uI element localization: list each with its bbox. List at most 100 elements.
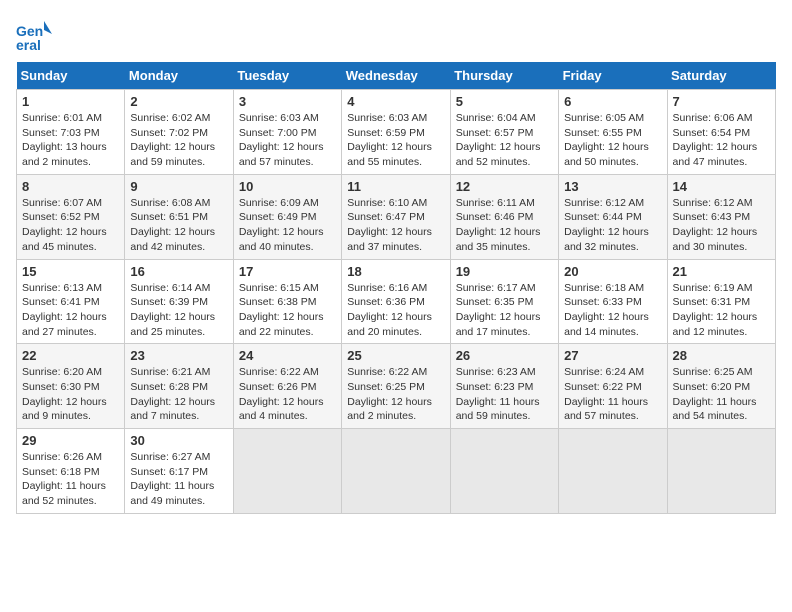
- day-number: 13: [564, 179, 661, 194]
- calendar-cell: 6 Sunrise: 6:05 AMSunset: 6:55 PMDaylight…: [559, 90, 667, 175]
- day-number: 24: [239, 348, 336, 363]
- day-number: 8: [22, 179, 119, 194]
- day-info: Sunrise: 6:09 AMSunset: 6:49 PMDaylight:…: [239, 196, 336, 255]
- calendar-cell: 28 Sunrise: 6:25 AMSunset: 6:20 PMDayligh…: [667, 344, 775, 429]
- day-number: 20: [564, 264, 661, 279]
- day-info: Sunrise: 6:01 AMSunset: 7:03 PMDaylight:…: [22, 111, 119, 170]
- day-info: Sunrise: 6:16 AMSunset: 6:36 PMDaylight:…: [347, 281, 444, 340]
- day-info: Sunrise: 6:20 AMSunset: 6:30 PMDaylight:…: [22, 365, 119, 424]
- calendar-cell: 7Sunrise: 6:06 AMSunset: 6:54 PMDaylight…: [667, 90, 775, 175]
- day-info: Sunrise: 6:23 AMSunset: 6:23 PMDaylight:…: [456, 365, 553, 424]
- calendar-cell: 8 Sunrise: 6:07 AMSunset: 6:52 PMDaylight…: [17, 174, 125, 259]
- calendar-cell: [342, 429, 450, 514]
- day-number: 17: [239, 264, 336, 279]
- calendar-cell: 14 Sunrise: 6:12 AMSunset: 6:43 PMDayligh…: [667, 174, 775, 259]
- weekday-header-tuesday: Tuesday: [233, 62, 341, 90]
- day-info: Sunrise: 6:10 AMSunset: 6:47 PMDaylight:…: [347, 196, 444, 255]
- calendar-cell: 21Sunrise: 6:19 AMSunset: 6:31 PMDayligh…: [667, 259, 775, 344]
- calendar-cell: 1 Sunrise: 6:01 AMSunset: 7:03 PMDaylight…: [17, 90, 125, 175]
- weekday-header-wednesday: Wednesday: [342, 62, 450, 90]
- day-number: 30: [130, 433, 227, 448]
- calendar-cell: 20Sunrise: 6:18 AMSunset: 6:33 PMDayligh…: [559, 259, 667, 344]
- calendar-cell: 23 Sunrise: 6:21 AMSunset: 6:28 PMDayligh…: [125, 344, 233, 429]
- calendar-cell: [667, 429, 775, 514]
- day-number: 26: [456, 348, 553, 363]
- day-info: Sunrise: 6:04 AMSunset: 6:57 PMDaylight:…: [456, 111, 553, 170]
- day-info: Sunrise: 6:08 AMSunset: 6:51 PMDaylight:…: [130, 196, 227, 255]
- calendar-cell: 18 Sunrise: 6:16 AMSunset: 6:36 PMDayligh…: [342, 259, 450, 344]
- day-number: 23: [130, 348, 227, 363]
- page-header: Gen eral: [16, 16, 776, 52]
- weekday-header-row: SundayMondayTuesdayWednesdayThursdayFrid…: [17, 62, 776, 90]
- calendar-cell: [233, 429, 341, 514]
- calendar-cell: 5 Sunrise: 6:04 AMSunset: 6:57 PMDaylight…: [450, 90, 558, 175]
- calendar-cell: 27Sunrise: 6:24 AMSunset: 6:22 PMDayligh…: [559, 344, 667, 429]
- calendar-cell: 13Sunrise: 6:12 AMSunset: 6:44 PMDayligh…: [559, 174, 667, 259]
- calendar-cell: 29 Sunrise: 6:26 AMSunset: 6:18 PMDayligh…: [17, 429, 125, 514]
- calendar-cell: 24 Sunrise: 6:22 AMSunset: 6:26 PMDayligh…: [233, 344, 341, 429]
- calendar-cell: 10 Sunrise: 6:09 AMSunset: 6:49 PMDayligh…: [233, 174, 341, 259]
- day-info: Sunrise: 6:07 AMSunset: 6:52 PMDaylight:…: [22, 196, 119, 255]
- calendar-cell: 9Sunrise: 6:08 AMSunset: 6:51 PMDaylight…: [125, 174, 233, 259]
- day-number: 29: [22, 433, 119, 448]
- day-info: Sunrise: 6:13 AMSunset: 6:41 PMDaylight:…: [22, 281, 119, 340]
- calendar-cell: 17 Sunrise: 6:15 AMSunset: 6:38 PMDayligh…: [233, 259, 341, 344]
- day-number: 4: [347, 94, 444, 109]
- calendar-cell: 25 Sunrise: 6:22 AMSunset: 6:25 PMDayligh…: [342, 344, 450, 429]
- day-number: 12: [456, 179, 553, 194]
- calendar-cell: 19Sunrise: 6:17 AMSunset: 6:35 PMDayligh…: [450, 259, 558, 344]
- weekday-header-saturday: Saturday: [667, 62, 775, 90]
- weekday-header-friday: Friday: [559, 62, 667, 90]
- day-info: Sunrise: 6:27 AMSunset: 6:17 PMDaylight:…: [130, 450, 227, 509]
- day-info: Sunrise: 6:21 AMSunset: 6:28 PMDaylight:…: [130, 365, 227, 424]
- calendar-cell: 4 Sunrise: 6:03 AMSunset: 6:59 PMDaylight…: [342, 90, 450, 175]
- day-info: Sunrise: 6:15 AMSunset: 6:38 PMDaylight:…: [239, 281, 336, 340]
- calendar-cell: 26 Sunrise: 6:23 AMSunset: 6:23 PMDayligh…: [450, 344, 558, 429]
- calendar-table: SundayMondayTuesdayWednesdayThursdayFrid…: [16, 62, 776, 514]
- day-info: Sunrise: 6:03 AMSunset: 6:59 PMDaylight:…: [347, 111, 444, 170]
- day-number: 6: [564, 94, 661, 109]
- calendar-cell: 30 Sunrise: 6:27 AMSunset: 6:17 PMDayligh…: [125, 429, 233, 514]
- day-number: 5: [456, 94, 553, 109]
- day-number: 14: [673, 179, 770, 194]
- calendar-week-2: 8 Sunrise: 6:07 AMSunset: 6:52 PMDaylight…: [17, 174, 776, 259]
- calendar-week-5: 29 Sunrise: 6:26 AMSunset: 6:18 PMDayligh…: [17, 429, 776, 514]
- day-number: 15: [22, 264, 119, 279]
- calendar-week-1: 1 Sunrise: 6:01 AMSunset: 7:03 PMDaylight…: [17, 90, 776, 175]
- day-number: 10: [239, 179, 336, 194]
- logo-icon: Gen eral: [16, 16, 52, 52]
- calendar-cell: 3 Sunrise: 6:03 AMSunset: 7:00 PMDaylight…: [233, 90, 341, 175]
- day-number: 27: [564, 348, 661, 363]
- day-info: Sunrise: 6:06 AMSunset: 6:54 PMDaylight:…: [673, 111, 770, 170]
- day-info: Sunrise: 6:22 AMSunset: 6:26 PMDaylight:…: [239, 365, 336, 424]
- calendar-cell: 16Sunrise: 6:14 AMSunset: 6:39 PMDayligh…: [125, 259, 233, 344]
- calendar-cell: 11Sunrise: 6:10 AMSunset: 6:47 PMDayligh…: [342, 174, 450, 259]
- day-number: 1: [22, 94, 119, 109]
- day-info: Sunrise: 6:25 AMSunset: 6:20 PMDaylight:…: [673, 365, 770, 424]
- weekday-header-sunday: Sunday: [17, 62, 125, 90]
- day-info: Sunrise: 6:26 AMSunset: 6:18 PMDaylight:…: [22, 450, 119, 509]
- day-info: Sunrise: 6:22 AMSunset: 6:25 PMDaylight:…: [347, 365, 444, 424]
- day-info: Sunrise: 6:12 AMSunset: 6:43 PMDaylight:…: [673, 196, 770, 255]
- day-number: 2: [130, 94, 227, 109]
- day-number: 18: [347, 264, 444, 279]
- logo: Gen eral: [16, 16, 56, 52]
- day-info: Sunrise: 6:19 AMSunset: 6:31 PMDaylight:…: [673, 281, 770, 340]
- day-info: Sunrise: 6:11 AMSunset: 6:46 PMDaylight:…: [456, 196, 553, 255]
- day-info: Sunrise: 6:02 AMSunset: 7:02 PMDaylight:…: [130, 111, 227, 170]
- calendar-cell: 12 Sunrise: 6:11 AMSunset: 6:46 PMDayligh…: [450, 174, 558, 259]
- calendar-cell: [450, 429, 558, 514]
- day-info: Sunrise: 6:05 AMSunset: 6:55 PMDaylight:…: [564, 111, 661, 170]
- day-number: 25: [347, 348, 444, 363]
- calendar-cell: 2 Sunrise: 6:02 AMSunset: 7:02 PMDaylight…: [125, 90, 233, 175]
- day-info: Sunrise: 6:03 AMSunset: 7:00 PMDaylight:…: [239, 111, 336, 170]
- calendar-week-3: 15 Sunrise: 6:13 AMSunset: 6:41 PMDayligh…: [17, 259, 776, 344]
- calendar-cell: 22 Sunrise: 6:20 AMSunset: 6:30 PMDayligh…: [17, 344, 125, 429]
- calendar-cell: 15 Sunrise: 6:13 AMSunset: 6:41 PMDayligh…: [17, 259, 125, 344]
- svg-text:eral: eral: [16, 37, 41, 52]
- day-number: 3: [239, 94, 336, 109]
- calendar-week-4: 22 Sunrise: 6:20 AMSunset: 6:30 PMDayligh…: [17, 344, 776, 429]
- day-number: 28: [673, 348, 770, 363]
- weekday-header-thursday: Thursday: [450, 62, 558, 90]
- day-number: 22: [22, 348, 119, 363]
